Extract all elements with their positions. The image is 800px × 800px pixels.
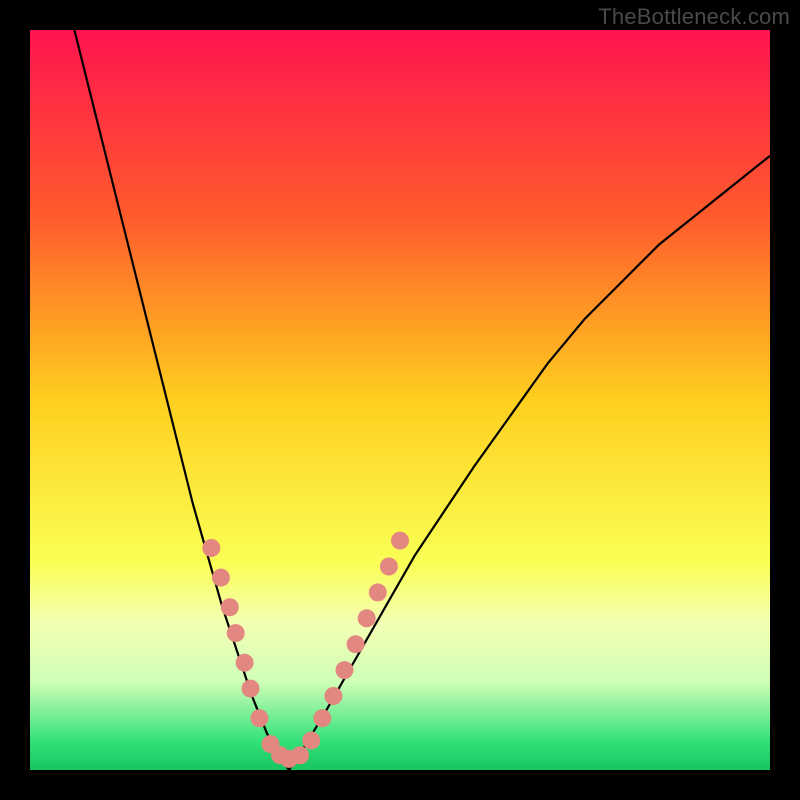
marker-dot	[336, 661, 354, 679]
marker-dot	[202, 539, 220, 557]
gradient-background	[30, 30, 770, 770]
marker-dot	[391, 532, 409, 550]
plot-area	[30, 30, 770, 770]
marker-dot	[250, 709, 268, 727]
marker-dot	[369, 583, 387, 601]
watermark-text: TheBottleneck.com	[598, 4, 790, 30]
marker-dot	[324, 687, 342, 705]
marker-dot	[236, 654, 254, 672]
marker-dot	[302, 731, 320, 749]
marker-dot	[313, 709, 331, 727]
marker-dot	[212, 569, 230, 587]
marker-dot	[347, 635, 365, 653]
chart-frame: TheBottleneck.com	[0, 0, 800, 800]
marker-dot	[380, 558, 398, 576]
chart-svg	[30, 30, 770, 770]
marker-dot	[221, 598, 239, 616]
marker-dot	[242, 680, 260, 698]
marker-dot	[358, 609, 376, 627]
marker-dot	[291, 746, 309, 764]
marker-dot	[227, 624, 245, 642]
